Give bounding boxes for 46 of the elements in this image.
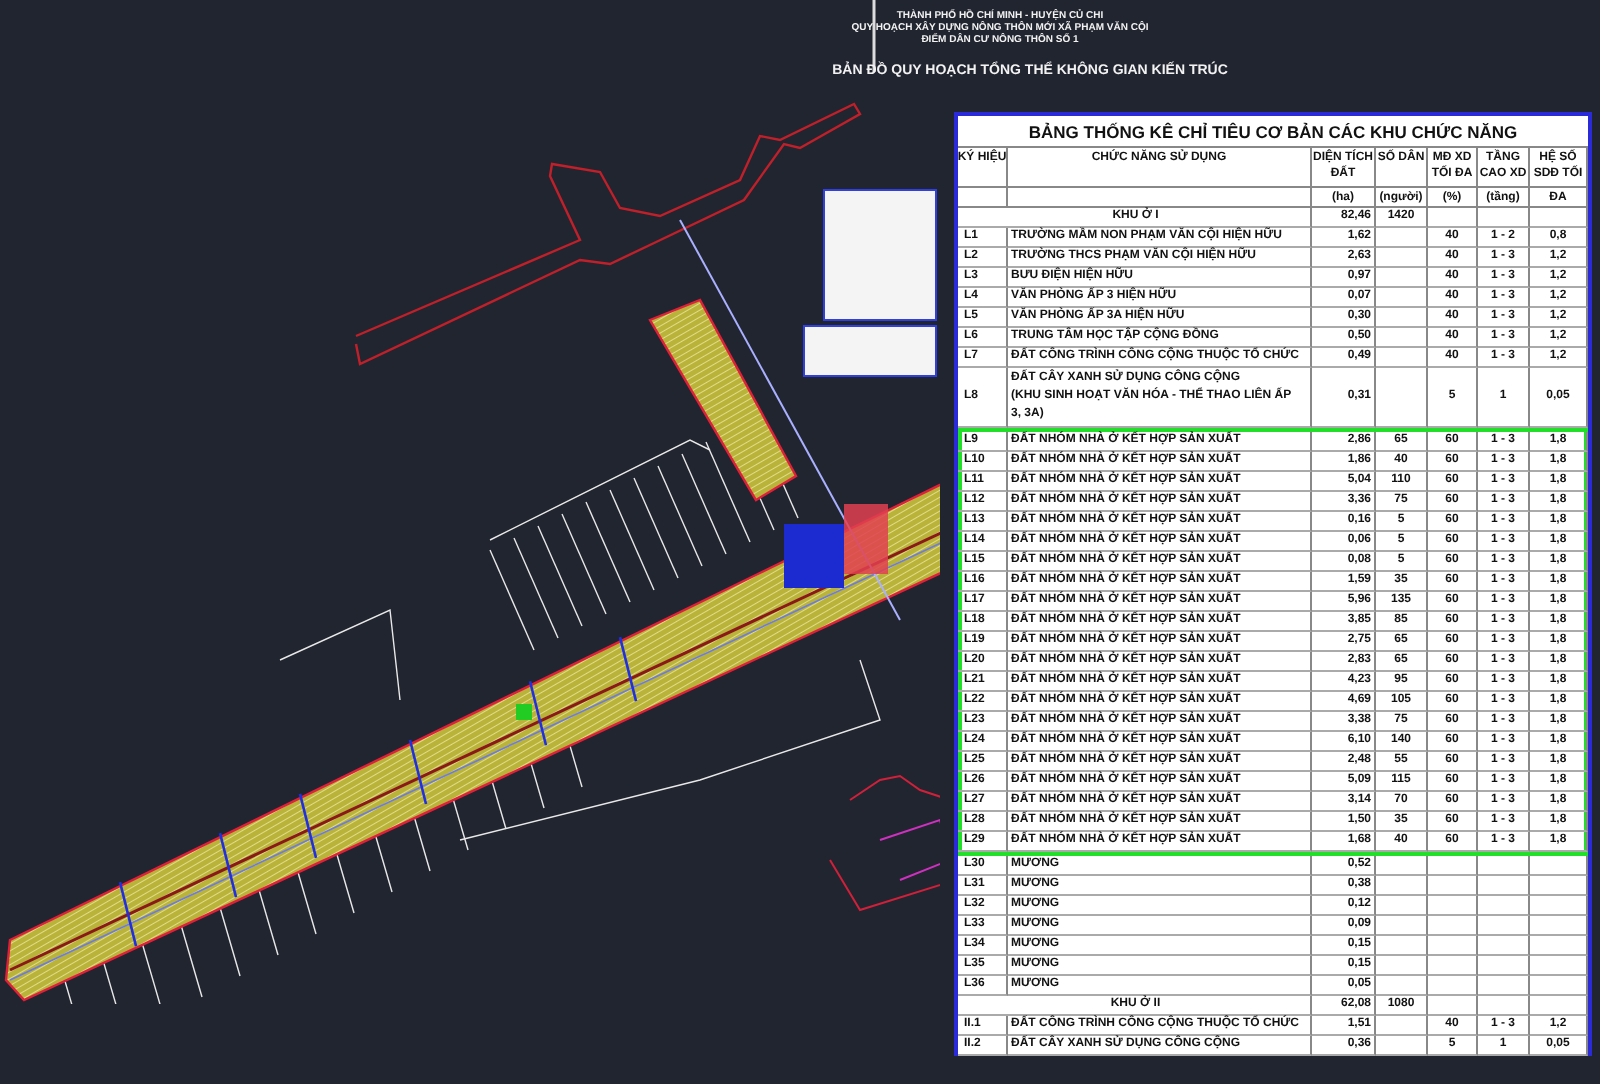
empty-cell	[1428, 896, 1478, 916]
empty-cell	[1376, 268, 1428, 288]
empty-cell	[1428, 876, 1478, 896]
empty-cell	[1478, 856, 1530, 876]
empty-cell	[1478, 976, 1530, 996]
empty-cell	[1428, 996, 1478, 1016]
empty-cell	[1530, 876, 1588, 896]
empty-cell	[1530, 916, 1588, 936]
empty-cell	[1530, 856, 1588, 876]
empty-cell	[1530, 208, 1588, 228]
empty-cell	[1376, 368, 1428, 428]
empty-cell	[1478, 916, 1530, 936]
empty-cell	[1530, 896, 1588, 916]
empty-cell	[1376, 248, 1428, 268]
empty-cell	[1478, 876, 1530, 896]
empty-cell	[1478, 896, 1530, 916]
empty-cell	[1376, 328, 1428, 348]
empty-cell	[1428, 208, 1478, 228]
empty-cell	[1478, 996, 1530, 1016]
empty-cell	[1478, 936, 1530, 956]
empty-cell	[1376, 976, 1428, 996]
empty-cell	[1376, 228, 1428, 248]
empty-cell	[1376, 916, 1428, 936]
empty-cell	[1478, 956, 1530, 976]
empty-cell	[1428, 956, 1478, 976]
empty-cell	[1478, 208, 1530, 228]
empty-cell	[1376, 1016, 1428, 1036]
empty-cell	[1428, 856, 1478, 876]
empty-cell	[1530, 956, 1588, 976]
empty-cell	[1376, 288, 1428, 308]
empty-cell	[1530, 976, 1588, 996]
empty-cell	[1376, 1036, 1428, 1056]
empty-cell	[1376, 308, 1428, 328]
empty-cell	[1376, 876, 1428, 896]
empty-cell	[1376, 896, 1428, 916]
empty-cell	[958, 188, 1008, 208]
empty-cell	[1376, 348, 1428, 368]
table-title: BẢNG THỐNG KÊ CHỈ TIÊU CƠ BẢN CÁC KHU CHỨC NĂNG	[958, 116, 1588, 148]
empty-cell	[1376, 936, 1428, 956]
empty-cell	[1428, 936, 1478, 956]
empty-cell	[1376, 856, 1428, 876]
empty-cell	[1428, 916, 1478, 936]
empty-cell	[1376, 956, 1428, 976]
empty-cell	[1530, 996, 1588, 1016]
empty-cell	[1530, 936, 1588, 956]
empty-cell	[1428, 976, 1478, 996]
